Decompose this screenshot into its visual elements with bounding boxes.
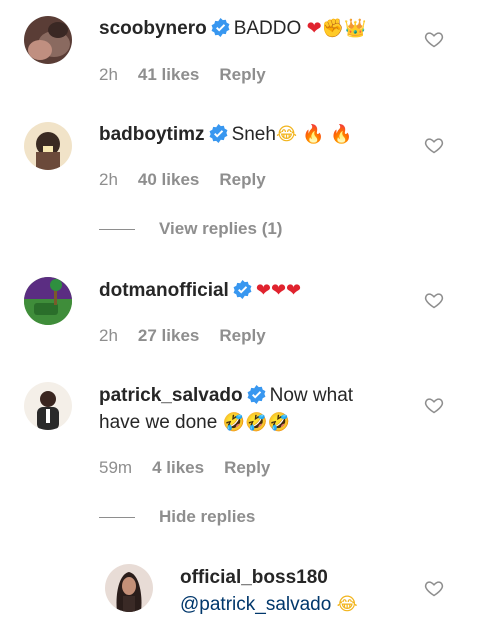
fist-emoji: ✊ [321,18,345,39]
like-heart-icon[interactable] [424,395,444,415]
avatar-photo-icon [24,277,72,325]
likes-count[interactable]: 4 likes [152,458,204,477]
avatar-photo-icon [24,122,72,170]
laughing-emoji: 😂 [275,124,297,145]
timestamp: 59m [99,458,133,477]
reply-button[interactable]: Reply [219,326,265,345]
heart-emoji: ❤ [306,18,322,39]
likes-count[interactable]: 41 likes [138,65,199,84]
reply-text: @patrick_salvado 😂 [180,591,358,618]
reply-item: official_boss180 @patrick_salvado 😂 [0,556,480,624]
rofl-emoji: 🤣 [245,412,268,433]
comment-body: Now what [269,385,354,406]
likes-count[interactable]: 40 likes [138,170,199,189]
comment-item: badboytimz Sneh😂 🔥 🔥 2h 40 likes Reply [0,106,480,216]
heart-emoji: ❤ [255,280,271,301]
avatar-photo-icon [105,564,153,612]
hide-replies-button[interactable]: Hide replies [99,507,255,527]
username[interactable]: dotmanofficial [99,280,229,301]
comment-text-line-2: have we done 🤣🤣🤣 [99,409,290,436]
comment-item: dotmanofficial ❤❤❤ 2h 27 likes Reply [0,262,480,372]
rofl-emoji: 🤣 [267,412,290,433]
avatar[interactable] [105,564,153,612]
timestamp: 2h [99,170,118,189]
reply-button[interactable]: Reply [219,65,265,84]
like-heart-icon[interactable] [424,135,444,155]
verified-badge-icon [211,18,230,37]
username[interactable]: patrick_salvado [99,385,243,406]
username[interactable]: official_boss180 [180,567,328,588]
comment-body-2: have we done [99,412,223,433]
laughing-emoji: 😂 [336,594,358,615]
comment-item: scoobynero BADDO ❤✊👑 2h 41 likes Reply [0,0,480,110]
fire-emoji: 🔥 [302,124,325,145]
reply-button[interactable]: Reply [219,170,265,189]
view-replies-label: View replies (1) [159,219,283,238]
timestamp: 2h [99,65,118,84]
username[interactable]: scoobynero [99,18,207,39]
comment-body: BADDO [233,18,307,39]
comment-meta: 59m 4 likes Reply [99,458,290,478]
comment-meta: 2h 40 likes Reply [99,170,286,190]
heart-emoji: ❤ [286,280,302,301]
like-heart-icon[interactable] [424,29,444,49]
comment-item: patrick_salvado Now what have we done 🤣🤣🤣… [0,368,480,488]
avatar[interactable] [24,122,72,170]
verified-badge-icon [209,124,227,143]
comment-text: dotmanofficial ❤❤❤ [99,277,301,304]
reply-button[interactable]: Reply [224,458,270,477]
comment-text: scoobynero BADDO ❤✊👑 [99,15,367,42]
username[interactable]: badboytimz [99,124,205,145]
like-heart-icon[interactable] [424,290,444,310]
avatar-photo-icon [24,382,72,430]
avatar[interactable] [24,277,72,325]
mention-link[interactable]: @patrick_salvado [180,594,337,615]
reply-username-line: official_boss180 [180,564,328,591]
hide-replies-label: Hide replies [159,507,256,526]
crown-emoji: 👑 [344,18,367,39]
rofl-emoji: 🤣 [222,412,246,433]
verified-badge-icon [247,385,266,404]
divider-line [99,516,135,519]
comment-text: badboytimz Sneh😂 🔥 🔥 [99,121,352,148]
comment-meta: 2h 27 likes Reply [99,326,286,346]
fire-emoji: 🔥 [329,124,353,145]
like-heart-icon[interactable] [424,578,444,598]
avatar-photo-icon [24,16,72,64]
view-replies-button[interactable]: View replies (1) [99,219,282,239]
comment-text: patrick_salvado Now what [99,382,353,409]
avatar[interactable] [24,382,72,430]
likes-count[interactable]: 27 likes [138,326,199,345]
timestamp: 2h [99,326,118,345]
heart-emoji: ❤ [270,280,287,301]
verified-badge-icon [233,280,252,299]
comment-meta: 2h 41 likes Reply [99,65,286,85]
comment-body: Sneh [231,124,276,145]
divider-line [99,228,135,231]
avatar[interactable] [24,16,72,64]
